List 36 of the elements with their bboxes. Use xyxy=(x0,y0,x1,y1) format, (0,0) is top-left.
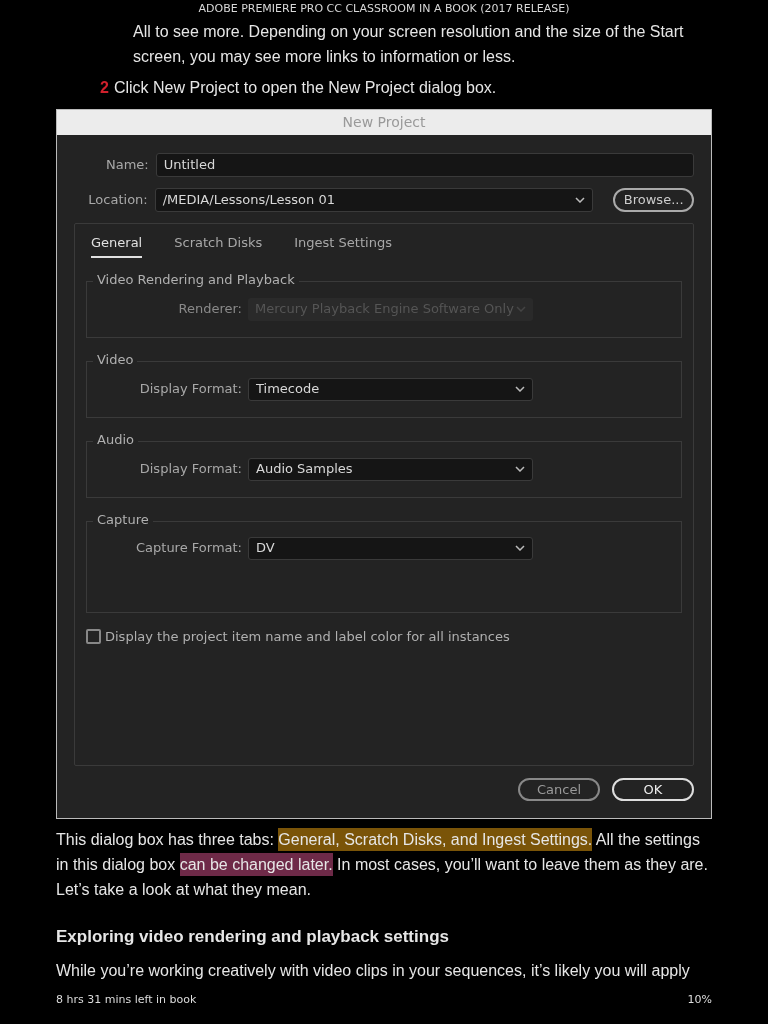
dialog-button[interactable]: Cancel xyxy=(518,778,600,801)
dialog-button[interactable]: OK xyxy=(612,778,694,801)
tab[interactable]: Ingest Settings xyxy=(294,233,392,258)
book-title: ADOBE PREMIERE PRO CC CLASSROOM IN A BOOK (2017 RELEASE) xyxy=(198,1,570,18)
body-text-line: screen, you may see more links to information or less. xyxy=(133,47,517,67)
section-heading: Exploring video rendering and playback settings xyxy=(56,926,450,948)
dropdown[interactable]: Audio Samples xyxy=(248,457,533,481)
location-dropdown[interactable]: /MEDIA/Lessons/Lesson 01 xyxy=(154,188,594,212)
field-label: Display Format: xyxy=(138,380,242,399)
field-label: Renderer: xyxy=(177,300,242,319)
step-number: 2 xyxy=(100,78,109,98)
field-label: Name: xyxy=(105,156,149,175)
body-paragraph: This dialog box has three tabs: General, Scratch Disks, and Ingest Settings. All the settings in this dialog box can be changed later. In most cases, you’ll want to leave them as they are. Let’s take a look at what they mean. xyxy=(56,827,712,902)
checkbox-label: Display the project item name and label color for all instances xyxy=(105,627,510,646)
dropdown[interactable]: Timecode xyxy=(248,377,533,401)
caret-icon xyxy=(515,466,525,472)
caret-icon xyxy=(516,306,526,312)
body-text-line: While you’re working creatively with video clips in your sequences, it’s likely you will apply xyxy=(56,960,691,981)
dialog-title: New Project xyxy=(342,113,426,132)
group-title: Video Rendering and Playback xyxy=(93,271,299,288)
field-label: Capture Format: xyxy=(135,539,242,558)
progress-percent: 10% xyxy=(687,992,712,1008)
step-text: Click New Project to open the New Project dialog box. xyxy=(113,78,497,98)
dropdown[interactable]: DV xyxy=(248,536,533,560)
field-label: Display Format: xyxy=(138,460,242,479)
tab[interactable]: General xyxy=(91,233,143,258)
tab[interactable]: Scratch Disks xyxy=(174,233,263,258)
caret-icon xyxy=(515,386,525,392)
caret-icon xyxy=(515,545,525,551)
browse-button[interactable]: Browse... xyxy=(613,188,694,212)
time-left-text: 8 hrs 31 mins left in book xyxy=(56,992,197,1008)
name-field[interactable]: Untitled xyxy=(155,153,694,177)
field-label: Location: xyxy=(87,191,148,210)
checkbox[interactable] xyxy=(86,628,101,644)
caret-icon xyxy=(575,197,586,203)
body-text-line: All to see more. Depending on your screen resolution and the size of the Start xyxy=(133,22,685,42)
